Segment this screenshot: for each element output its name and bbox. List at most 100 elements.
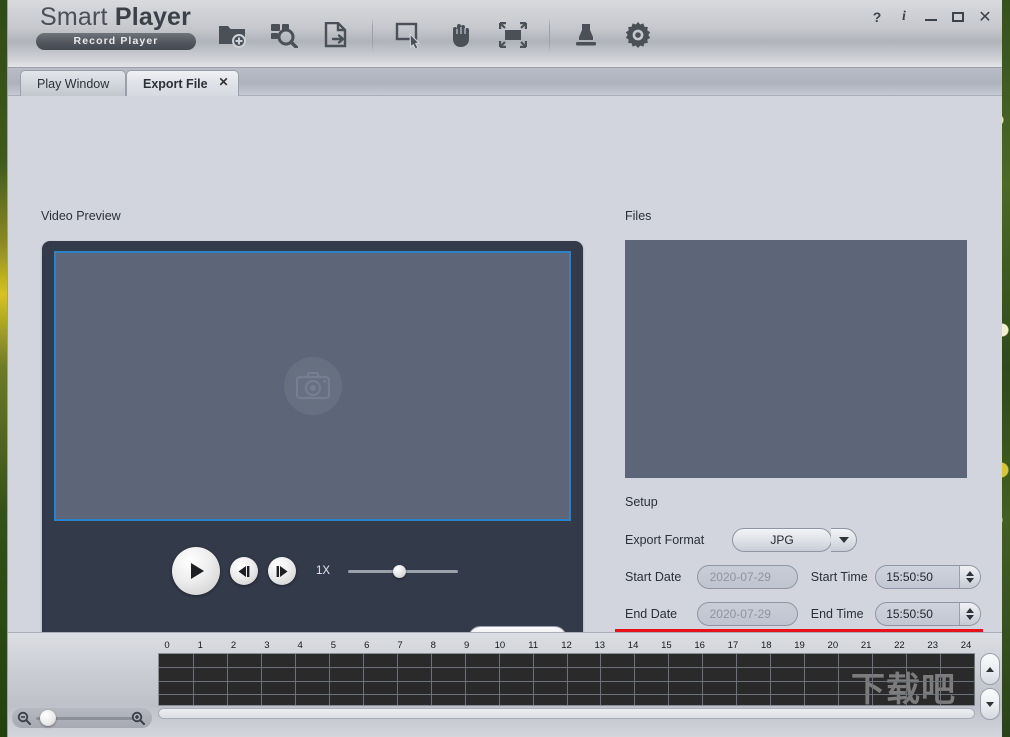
toolbar-separator-1 — [372, 18, 373, 52]
maximize-button[interactable] — [951, 9, 965, 25]
tab-export-file[interactable]: Export File ✕ — [126, 70, 239, 96]
end-datetime-row: End Date 2020-07-29 End Time 15:50:50 — [625, 598, 981, 629]
export-format-value[interactable]: JPG — [732, 528, 832, 552]
caret-down-icon — [986, 702, 994, 707]
files-list-panel[interactable] — [625, 240, 967, 478]
timeline-row-divider — [159, 681, 974, 682]
ruler-tick: 6 — [364, 640, 369, 651]
export-file-icon[interactable] — [312, 13, 360, 57]
caret-up-icon[interactable] — [966, 608, 974, 613]
start-time-label: Start Time — [811, 570, 875, 584]
timeline-zoom-slider[interactable] — [12, 708, 152, 728]
caret-down-icon[interactable] — [966, 615, 974, 620]
caret-up-icon[interactable] — [966, 571, 974, 576]
zoom-slider-thumb[interactable] — [40, 710, 56, 726]
timeline-column-divider — [363, 654, 364, 705]
tab-play-window[interactable]: Play Window — [20, 70, 126, 96]
ruler-tick: 22 — [894, 640, 905, 651]
end-time-value[interactable]: 15:50:50 — [876, 607, 959, 621]
timeline-grid[interactable]: 下载吧 — [158, 653, 975, 706]
timeline-column-divider — [736, 654, 737, 705]
export-format-row: Export Format JPG — [625, 524, 981, 555]
tab-close-icon[interactable]: ✕ — [219, 75, 229, 89]
timeline-scrollbar[interactable] — [979, 653, 1001, 727]
maximize-glyph — [952, 12, 964, 22]
timeline-row-divider — [159, 667, 974, 668]
app-title: Smart Player — [26, 2, 206, 32]
start-date-field[interactable]: 2020-07-29 — [697, 565, 798, 589]
zoom-out-icon[interactable] — [17, 711, 31, 725]
ruler-tick: 11 — [528, 640, 538, 651]
ruler-tick: 24 — [961, 640, 972, 651]
timeline-column-divider — [974, 654, 975, 705]
chevron-down-icon[interactable] — [831, 528, 857, 552]
help-button[interactable]: ? — [870, 9, 884, 25]
timeline-column-divider — [465, 654, 466, 705]
settings-gear-icon[interactable] — [614, 13, 662, 57]
timeline-row-divider — [159, 694, 974, 695]
timeline-column-divider — [227, 654, 228, 705]
timeline-column-divider — [804, 654, 805, 705]
timeline-column-divider — [499, 654, 500, 705]
export-format-label: Export Format — [625, 533, 705, 547]
fullscreen-icon[interactable] — [489, 13, 537, 57]
speed-slider[interactable] — [348, 570, 458, 573]
caret-down-icon[interactable] — [966, 578, 974, 583]
application-window: Smart Player Record Player — [7, 0, 1002, 737]
zoom-in-icon[interactable] — [131, 711, 145, 725]
caret-up-icon — [986, 667, 994, 672]
watermark-stamp-icon[interactable] — [562, 13, 610, 57]
ruler-tick: 5 — [331, 640, 336, 651]
timeline-column-divider — [329, 654, 330, 705]
timeline-column-divider — [533, 654, 534, 705]
video-preview-panel: 1X Begin Export — [42, 241, 583, 678]
scroll-up-button[interactable] — [980, 653, 1000, 685]
play-button[interactable] — [172, 547, 220, 595]
pan-hand-icon[interactable] — [437, 13, 485, 57]
info-button[interactable]: i — [897, 9, 911, 25]
minimize-button[interactable] — [924, 9, 938, 25]
ruler-tick: 16 — [694, 640, 705, 651]
start-time-value[interactable]: 15:50:50 — [876, 570, 959, 584]
speed-slider-thumb[interactable] — [393, 565, 406, 578]
ruler-tick: 0 — [164, 640, 169, 651]
content-area: Video Preview Files — [8, 96, 1002, 632]
close-button[interactable]: ✕ — [978, 9, 992, 25]
add-folder-icon[interactable] — [208, 13, 256, 57]
main-toolbar — [208, 10, 662, 60]
scroll-down-button[interactable] — [980, 688, 1000, 720]
end-time-spinner[interactable] — [959, 603, 980, 625]
step-forward-button[interactable] — [268, 557, 296, 585]
timeline-horizontal-scrollbar[interactable] — [158, 708, 975, 719]
tab-play-window-label: Play Window — [37, 77, 109, 91]
window-controls: ? i ✕ — [870, 9, 992, 25]
video-screen[interactable] — [54, 251, 571, 521]
ruler-tick: 3 — [264, 640, 269, 651]
timeline-ruler: 0123456789101112131415161718192021222324 — [158, 640, 975, 652]
app-subtitle: Record Player — [36, 33, 196, 50]
ruler-tick: 21 — [861, 640, 872, 651]
toolbar-group-tools — [562, 13, 662, 57]
ruler-tick: 18 — [761, 640, 772, 651]
export-format-select[interactable]: JPG — [732, 528, 857, 552]
end-time-field[interactable]: 15:50:50 — [875, 602, 981, 626]
timeline-column-divider — [668, 654, 669, 705]
ruler-tick: 19 — [794, 640, 805, 651]
timeline-column-divider — [567, 654, 568, 705]
ruler-tick: 1 — [198, 640, 203, 651]
timeline-column-divider — [838, 654, 839, 705]
speed-label: 1X — [316, 565, 330, 577]
step-back-button[interactable] — [230, 557, 258, 585]
files-label: Files — [625, 209, 651, 223]
start-time-spinner[interactable] — [959, 566, 980, 588]
select-area-icon[interactable] — [385, 13, 433, 57]
tab-bar: Play Window Export File ✕ — [8, 68, 1002, 96]
end-date-field[interactable]: 2020-07-29 — [697, 602, 798, 626]
app-title-light: Smart — [40, 3, 115, 31]
timeline-column-divider — [261, 654, 262, 705]
toolbar-group-files — [208, 13, 360, 57]
ruler-tick: 12 — [561, 640, 572, 651]
search-files-icon[interactable] — [260, 13, 308, 57]
end-time-label: End Time — [811, 607, 875, 621]
start-time-field[interactable]: 15:50:50 — [875, 565, 981, 589]
